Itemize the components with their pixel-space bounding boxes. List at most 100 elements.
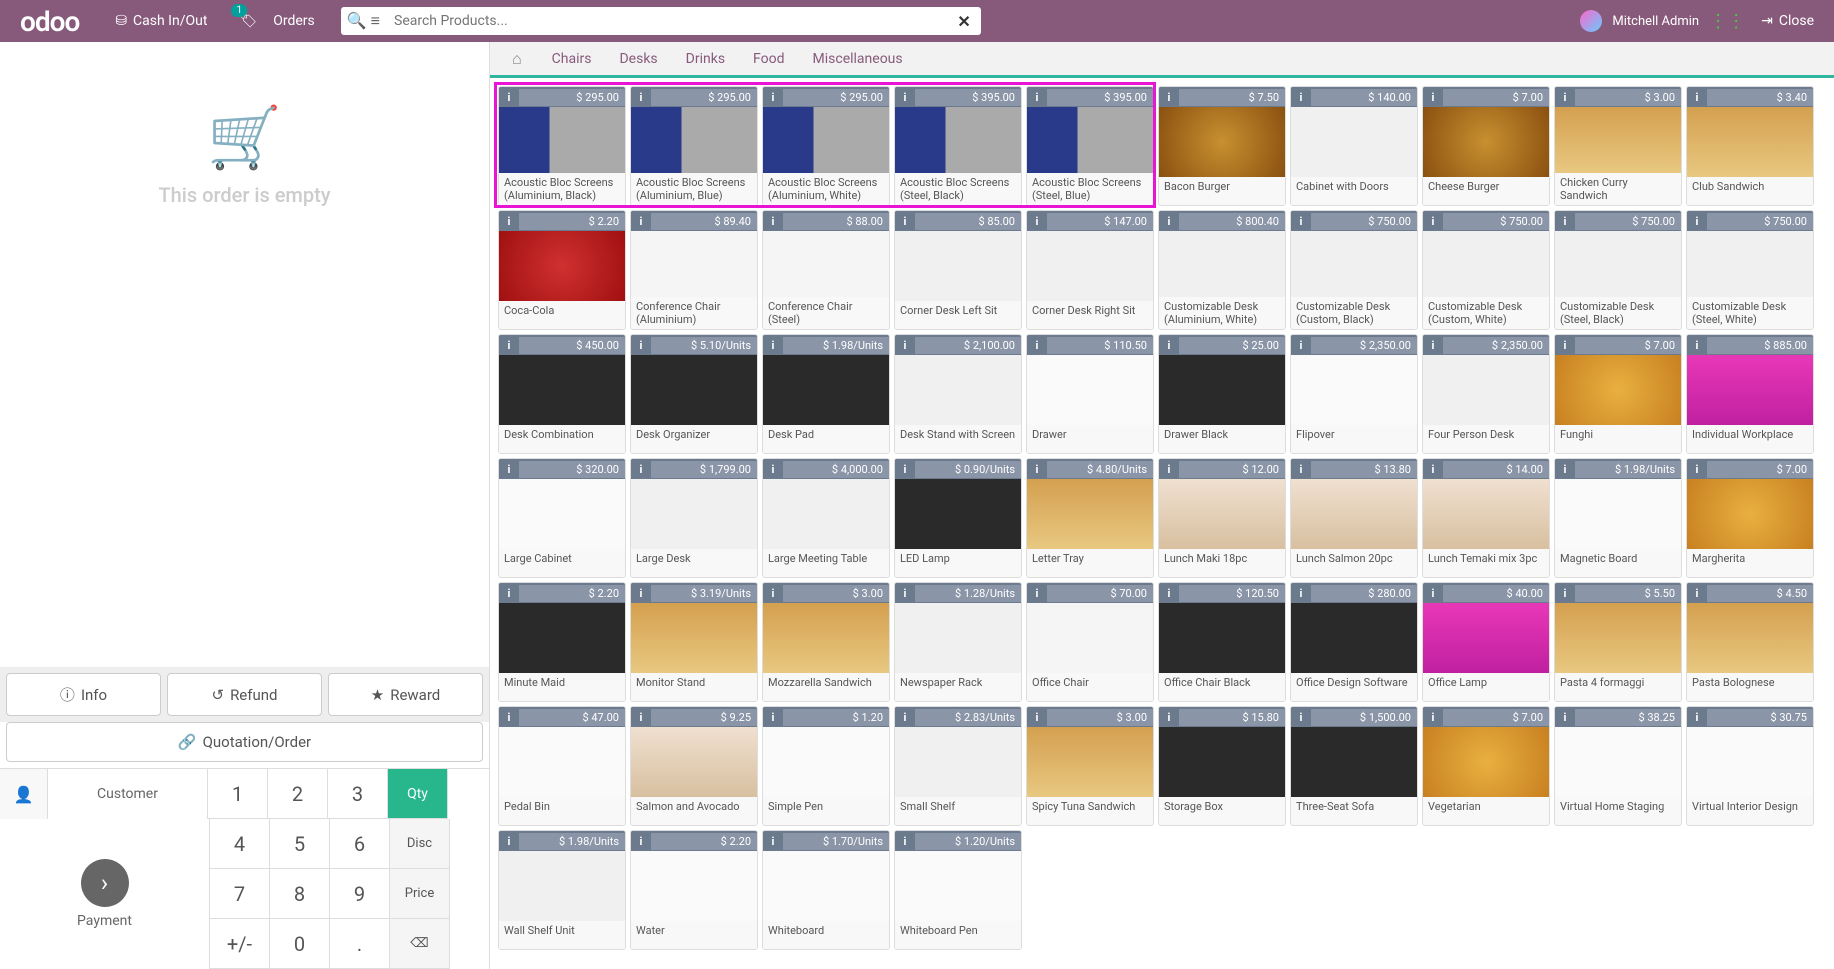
clear-search-icon[interactable]: ✕ (947, 12, 980, 31)
key-plusminus[interactable]: +/- (210, 919, 270, 969)
product-card[interactable]: i$ 1.20Simple Pen (762, 706, 890, 826)
product-info-icon[interactable]: i (763, 459, 783, 479)
key-dot[interactable]: . (330, 919, 390, 969)
info-button[interactable]: ⓘInfo (6, 673, 161, 716)
product-info-icon[interactable]: i (499, 211, 519, 231)
product-card[interactable]: i$ 13.80Lunch Salmon 20pc (1290, 458, 1418, 578)
close-button[interactable]: ⇥ Close (1755, 13, 1820, 29)
home-category[interactable]: ⌂ (498, 43, 536, 75)
product-info-icon[interactable]: i (1291, 459, 1311, 479)
product-card[interactable]: i$ 295.00Acoustic Bloc Screens (Aluminiu… (762, 86, 890, 206)
product-info-icon[interactable]: i (1423, 459, 1443, 479)
quotation-button[interactable]: 🔗Quotation/Order (6, 722, 483, 762)
product-info-icon[interactable]: i (1555, 87, 1575, 107)
product-info-icon[interactable]: i (895, 335, 915, 355)
product-info-icon[interactable]: i (1423, 211, 1443, 231)
reward-button[interactable]: ★Reward (328, 673, 483, 716)
product-info-icon[interactable]: i (1291, 211, 1311, 231)
category-miscellaneous[interactable]: Miscellaneous (799, 45, 917, 73)
product-card[interactable]: i$ 750.00Customizable Desk (Steel, Black… (1554, 210, 1682, 330)
product-info-icon[interactable]: i (1027, 459, 1047, 479)
product-card[interactable]: i$ 2.20Water (630, 830, 758, 950)
product-card[interactable]: i$ 3.19/UnitsMonitor Stand (630, 582, 758, 702)
product-info-icon[interactable]: i (631, 87, 651, 107)
key-4[interactable]: 4 (210, 819, 270, 869)
product-card[interactable]: i$ 320.00Large Cabinet (498, 458, 626, 578)
product-card[interactable]: i$ 25.00Drawer Black (1158, 334, 1286, 454)
product-card[interactable]: i$ 7.00Vegetarian (1422, 706, 1550, 826)
product-info-icon[interactable]: i (1423, 335, 1443, 355)
product-card[interactable]: i$ 1.98/UnitsDesk Pad (762, 334, 890, 454)
product-card[interactable]: i$ 12.00Lunch Maki 18pc (1158, 458, 1286, 578)
product-card[interactable]: i$ 147.00Corner Desk Right Sit (1026, 210, 1154, 330)
product-info-icon[interactable]: i (1687, 583, 1707, 603)
product-info-icon[interactable]: i (1555, 707, 1575, 727)
product-info-icon[interactable]: i (631, 831, 651, 851)
product-card[interactable]: i$ 5.10/UnitsDesk Organizer (630, 334, 758, 454)
product-info-icon[interactable]: i (1423, 707, 1443, 727)
product-card[interactable]: i$ 88.00Conference Chair (Steel) (762, 210, 890, 330)
product-card[interactable]: i$ 450.00Desk Combination (498, 334, 626, 454)
key-5[interactable]: 5 (270, 819, 330, 869)
product-card[interactable]: i$ 9.25Salmon and Avocado (630, 706, 758, 826)
key-backspace[interactable]: ⌫ (390, 919, 450, 969)
product-info-icon[interactable]: i (631, 707, 651, 727)
product-card[interactable]: i$ 2,100.00Desk Stand with Screen (894, 334, 1022, 454)
product-card[interactable]: i$ 70.00Office Chair (1026, 582, 1154, 702)
product-info-icon[interactable]: i (499, 87, 519, 107)
product-info-icon[interactable]: i (631, 335, 651, 355)
product-info-icon[interactable]: i (631, 211, 651, 231)
payment-button[interactable]: › Payment (0, 819, 210, 969)
key-disc[interactable]: Disc (390, 819, 450, 869)
product-card[interactable]: i$ 89.40Conference Chair (Aluminium) (630, 210, 758, 330)
product-info-icon[interactable]: i (1159, 459, 1179, 479)
product-card[interactable]: i$ 1.98/UnitsMagnetic Board (1554, 458, 1682, 578)
product-card[interactable]: i$ 2.20Minute Maid (498, 582, 626, 702)
product-card[interactable]: i$ 750.00Customizable Desk (Custom, Whit… (1422, 210, 1550, 330)
product-card[interactable]: i$ 40.00Office Lamp (1422, 582, 1550, 702)
key-9[interactable]: 9 (330, 869, 390, 919)
customer-icon-button[interactable]: 👤 (0, 769, 48, 819)
category-food[interactable]: Food (739, 45, 798, 73)
product-info-icon[interactable]: i (1027, 335, 1047, 355)
product-card[interactable]: i$ 3.00Mozzarella Sandwich (762, 582, 890, 702)
product-card[interactable]: i$ 7.00Funghi (1554, 334, 1682, 454)
product-info-icon[interactable]: i (1291, 707, 1311, 727)
product-info-icon[interactable]: i (1159, 87, 1179, 107)
product-info-icon[interactable]: i (499, 583, 519, 603)
product-info-icon[interactable]: i (1159, 707, 1179, 727)
product-info-icon[interactable]: i (1027, 583, 1047, 603)
key-qty[interactable]: Qty (388, 769, 448, 819)
product-info-icon[interactable]: i (1555, 459, 1575, 479)
product-card[interactable]: i$ 30.75Virtual Interior Design (1686, 706, 1814, 826)
cash-in-out-button[interactable]: ⛁ Cash In/Out (99, 0, 223, 42)
product-card[interactable]: i$ 2,350.00Flipover (1290, 334, 1418, 454)
product-card[interactable]: i$ 4.50Pasta Bolognese (1686, 582, 1814, 702)
key-2[interactable]: 2 (268, 769, 328, 819)
key-0[interactable]: 0 (270, 919, 330, 969)
category-desks[interactable]: Desks (605, 45, 671, 73)
product-card[interactable]: i$ 2,350.00Four Person Desk (1422, 334, 1550, 454)
product-card[interactable]: i$ 120.50Office Chair Black (1158, 582, 1286, 702)
product-info-icon[interactable]: i (763, 583, 783, 603)
key-1[interactable]: 1 (208, 769, 268, 819)
product-info-icon[interactable]: i (1291, 583, 1311, 603)
product-card[interactable]: i$ 1.20/UnitsWhiteboard Pen (894, 830, 1022, 950)
product-card[interactable]: i$ 295.00Acoustic Bloc Screens (Aluminiu… (630, 86, 758, 206)
product-info-icon[interactable]: i (1291, 335, 1311, 355)
product-info-icon[interactable]: i (763, 211, 783, 231)
key-7[interactable]: 7 (210, 869, 270, 919)
product-info-icon[interactable]: i (1159, 583, 1179, 603)
key-6[interactable]: 6 (330, 819, 390, 869)
product-info-icon[interactable]: i (895, 583, 915, 603)
product-info-icon[interactable]: i (895, 87, 915, 107)
product-card[interactable]: i$ 280.00Office Design Software (1290, 582, 1418, 702)
product-card[interactable]: i$ 2.83/UnitsSmall Shelf (894, 706, 1022, 826)
category-chairs[interactable]: Chairs (538, 45, 606, 73)
product-card[interactable]: i$ 3.00Spicy Tuna Sandwich (1026, 706, 1154, 826)
product-info-icon[interactable]: i (1159, 211, 1179, 231)
product-card[interactable]: i$ 395.00Acoustic Bloc Screens (Steel, B… (894, 86, 1022, 206)
product-info-icon[interactable]: i (1687, 459, 1707, 479)
product-info-icon[interactable]: i (1027, 211, 1047, 231)
product-info-icon[interactable]: i (763, 335, 783, 355)
